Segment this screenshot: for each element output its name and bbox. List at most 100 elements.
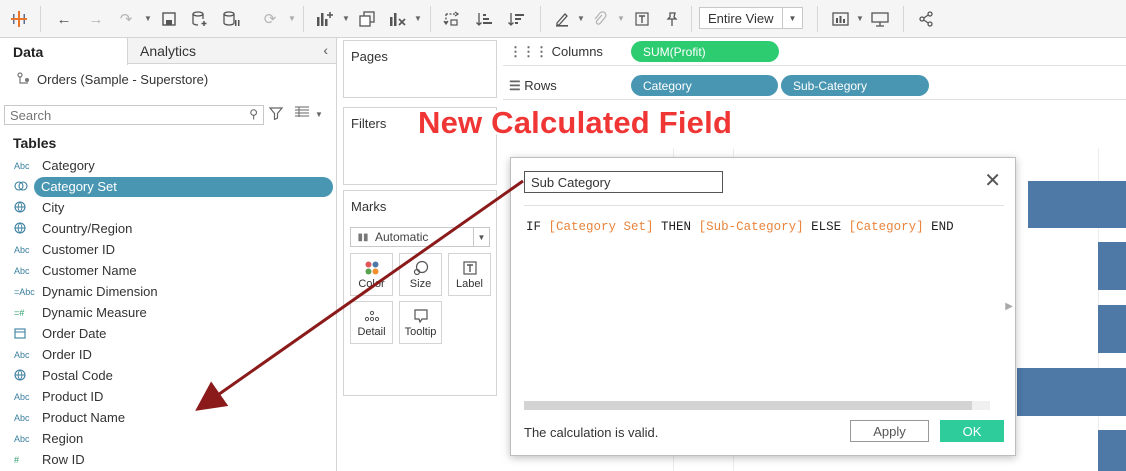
new-worksheet-icon[interactable] [313,7,337,31]
sort-ascending-icon[interactable] [472,7,496,31]
search-input[interactable] [5,106,235,124]
presentation-icon[interactable] [868,7,892,31]
abc-icon: Abc [14,160,30,171]
formula-editor[interactable]: IF [Category Set] THEN [Sub-Category] EL… [526,220,954,234]
pause-updates-icon[interactable] [219,7,243,31]
save-icon[interactable] [157,7,181,31]
bar[interactable] [1098,430,1126,471]
group-icon[interactable] [589,7,611,31]
toolbar-separator [691,6,692,32]
chevron-down-icon[interactable]: ▼ [577,14,585,23]
pill-sum-profit[interactable]: SUM(Profit) [631,41,779,62]
pages-card[interactable]: Pages [343,40,497,98]
field-item[interactable]: =# Dynamic Measure [0,302,336,323]
cards-column: Pages Filters Marks ▮▮ Automatic ▼ Color [337,38,503,471]
abc-icon: Abc [14,391,30,402]
chevron-down-icon[interactable]: ▼ [414,14,422,23]
field-item[interactable]: Abc Customer Name [0,260,336,281]
share-icon[interactable] [914,7,938,31]
label-button[interactable]: Label [448,253,491,296]
calculation-name-input[interactable] [524,171,723,193]
duplicate-icon[interactable] [355,7,379,31]
chevron-down-icon[interactable]: ▼ [856,14,864,23]
forward-icon[interactable]: → [84,7,108,31]
bar[interactable] [1028,181,1126,228]
mark-type-select[interactable]: ▮▮ Automatic ▼ [350,227,490,247]
bar[interactable] [1017,368,1126,416]
tooltip-label: Tooltip [404,325,437,338]
bar[interactable] [1098,242,1126,290]
abc-icon: Abc [14,244,30,255]
rows-shelf[interactable]: ☰ Rows Category Sub-Category [503,72,1126,100]
clear-sheet-icon[interactable] [386,7,410,31]
view-mode-value: Entire View [708,10,774,26]
detail-icon [364,308,380,324]
redo-icon[interactable]: ↷ [114,7,138,31]
pill-sub-category[interactable]: Sub-Category [781,75,929,96]
field-item[interactable]: Abc Product ID [0,386,336,407]
marks-card: Marks ▮▮ Automatic ▼ Color Size Label De… [343,190,497,396]
field-item[interactable]: Country/Region [0,218,336,239]
expand-functions-icon[interactable]: ▶ [1005,301,1013,312]
toolbar-separator [40,6,41,32]
field-item[interactable]: Abc Order ID [0,344,336,365]
view-list-icon[interactable] [294,106,310,121]
pill-category[interactable]: Category [631,75,778,96]
refresh-icon[interactable]: ⟳ [258,7,282,31]
show-labels-icon[interactable] [630,7,654,31]
view-mode-select[interactable]: Entire View ▼ [699,7,803,29]
swap-icon[interactable] [440,7,464,31]
calculation-status: The calculation is valid. [524,425,659,440]
chevron-down-icon[interactable]: ▼ [342,14,350,23]
detail-button[interactable]: Detail [350,301,393,344]
chevron-down-icon: ▼ [473,228,489,246]
field-item[interactable]: Abc Customer ID [0,239,336,260]
tooltip-button[interactable]: Tooltip [399,301,442,344]
chevron-down-icon[interactable]: ▼ [144,14,152,23]
formula-keyword: THEN [653,220,699,234]
field-item[interactable]: Postal Code [0,365,336,386]
label-icon [462,260,478,276]
columns-shelf[interactable]: ⋮⋮⋮ Columns SUM(Profit) [503,38,1126,66]
show-me-icon[interactable] [829,7,853,31]
scrollbar-thumb[interactable] [524,401,972,410]
horizontal-scrollbar[interactable] [524,401,990,410]
chevron-down-icon[interactable]: ▼ [617,14,625,23]
tab-data[interactable]: Data [0,38,128,65]
collapse-pane-icon[interactable]: ‹ [323,42,328,58]
detail-label: Detail [357,325,386,338]
field-item[interactable]: Abc Category [0,155,336,176]
field-item[interactable]: =Abc Dynamic Dimension [0,281,336,302]
tooltip-icon [413,308,429,324]
calculation-dialog: ✕ IF [Category Set] THEN [Sub-Category] … [510,157,1016,456]
highlight-icon[interactable] [550,7,574,31]
size-button[interactable]: Size [399,253,442,296]
datasource-row[interactable]: Orders (Sample - Superstore) [16,71,208,88]
field-item[interactable]: Abc Region [0,428,336,449]
field-item[interactable]: City [0,197,336,218]
close-icon[interactable]: ✕ [984,171,1001,191]
color-button[interactable]: Color [350,253,393,296]
chevron-down-icon[interactable]: ▼ [315,110,323,119]
filter-icon[interactable] [268,106,284,123]
tables-heading: Tables [13,135,57,151]
field-item[interactable]: Category Set [0,176,336,197]
pin-icon[interactable] [660,7,684,31]
formula-keyword: END [923,220,954,234]
field-item[interactable]: Abc Product Name [0,407,336,428]
columns-icon: ⋮⋮⋮ [509,44,548,59]
new-datasource-icon[interactable] [188,7,212,31]
bar[interactable] [1098,305,1126,353]
field-item[interactable]: # Row ID [0,449,336,470]
size-icon [413,260,429,276]
field-item[interactable]: Order Date [0,323,336,344]
chevron-down-icon[interactable]: ▼ [288,14,296,23]
ok-button[interactable]: OK [940,420,1004,442]
sort-descending-icon[interactable] [504,7,528,31]
back-icon[interactable]: ← [52,7,76,31]
tab-analytics[interactable]: Analytics [140,38,196,64]
apply-button[interactable]: Apply [850,420,929,442]
tableau-logo-icon[interactable] [8,7,30,31]
field-label: Country/Region [42,220,133,236]
field-search[interactable]: ⚲ [4,105,264,125]
